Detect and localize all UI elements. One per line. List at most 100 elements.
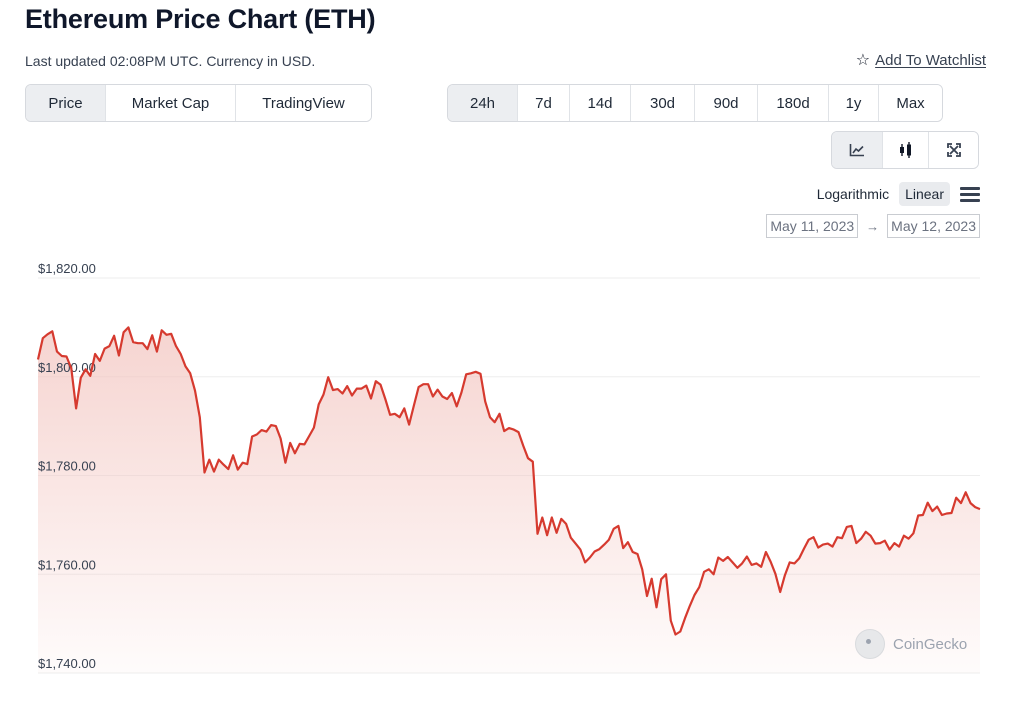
price-point[interactable]	[950, 511, 954, 515]
tab-tradingview[interactable]: TradingView	[235, 85, 371, 121]
price-point[interactable]	[978, 507, 982, 511]
range-max[interactable]: Max	[878, 85, 942, 121]
price-point[interactable]	[474, 370, 478, 374]
price-point[interactable]	[583, 560, 587, 564]
price-point[interactable]	[250, 435, 254, 439]
price-point[interactable]	[417, 385, 421, 389]
price-point[interactable]	[902, 534, 906, 538]
price-point[interactable]	[450, 391, 454, 395]
price-point[interactable]	[883, 539, 887, 543]
price-point[interactable]	[207, 458, 211, 462]
price-point[interactable]	[864, 530, 868, 534]
price-point[interactable]	[436, 388, 440, 392]
price-point[interactable]	[117, 354, 121, 358]
price-point[interactable]	[331, 388, 335, 392]
price-point[interactable]	[688, 604, 692, 608]
candlestick-button[interactable]	[882, 132, 928, 168]
price-point[interactable]	[288, 441, 292, 445]
range-30d[interactable]: 30d	[630, 85, 694, 121]
price-point[interactable]	[317, 402, 321, 406]
price-point[interactable]	[574, 542, 578, 546]
price-point[interactable]	[607, 538, 611, 542]
price-point[interactable]	[597, 547, 601, 551]
price-point[interactable]	[555, 531, 559, 535]
price-point[interactable]	[60, 354, 64, 358]
price-point[interactable]	[750, 563, 754, 567]
price-point[interactable]	[764, 550, 768, 554]
price-point[interactable]	[788, 560, 792, 564]
price-point[interactable]	[707, 567, 711, 571]
price-point[interactable]	[959, 501, 963, 505]
price-point[interactable]	[369, 397, 373, 401]
price-point[interactable]	[973, 505, 977, 509]
price-point[interactable]	[655, 605, 659, 609]
price-point[interactable]	[98, 359, 102, 363]
price-point[interactable]	[702, 570, 706, 574]
price-point[interactable]	[379, 383, 383, 387]
price-point[interactable]	[588, 556, 592, 560]
price-point[interactable]	[954, 496, 958, 500]
price-point[interactable]	[241, 461, 245, 465]
price-point[interactable]	[388, 413, 392, 417]
price-point[interactable]	[712, 572, 716, 576]
price-point[interactable]	[322, 393, 326, 397]
price-point[interactable]	[84, 367, 88, 371]
price-point[interactable]	[364, 384, 368, 388]
price-point[interactable]	[69, 366, 73, 370]
tab-price[interactable]: Price	[26, 85, 105, 121]
price-point[interactable]	[383, 397, 387, 401]
price-point[interactable]	[269, 423, 273, 427]
price-point[interactable]	[831, 545, 835, 549]
price-point[interactable]	[431, 395, 435, 399]
price-point[interactable]	[274, 424, 278, 428]
price-point[interactable]	[255, 433, 259, 437]
range-180d[interactable]: 180d	[757, 85, 828, 121]
price-point[interactable]	[621, 546, 625, 550]
price-point[interactable]	[312, 426, 316, 430]
price-point[interactable]	[659, 577, 663, 581]
price-point[interactable]	[735, 566, 739, 570]
price-point[interactable]	[226, 467, 230, 471]
price-point[interactable]	[260, 428, 264, 432]
price-point[interactable]	[103, 347, 107, 351]
price-point[interactable]	[650, 577, 654, 581]
price-point[interactable]	[136, 341, 140, 345]
price-point[interactable]	[674, 633, 678, 637]
price-point[interactable]	[531, 460, 535, 464]
price-point[interactable]	[536, 532, 540, 536]
price-point[interactable]	[398, 415, 402, 419]
price-point[interactable]	[107, 344, 111, 348]
price-point[interactable]	[640, 567, 644, 571]
date-to-input[interactable]: May 12, 2023	[887, 214, 980, 238]
price-point[interactable]	[160, 328, 164, 332]
price-point[interactable]	[678, 630, 682, 634]
price-point[interactable]	[740, 561, 744, 565]
range-7d[interactable]: 7d	[517, 85, 569, 121]
price-point[interactable]	[517, 430, 521, 434]
price-point[interactable]	[236, 468, 240, 472]
price-point[interactable]	[493, 420, 497, 424]
price-point[interactable]	[897, 545, 901, 549]
price-point[interactable]	[512, 428, 516, 432]
price-point[interactable]	[150, 333, 154, 337]
price-point[interactable]	[907, 537, 911, 541]
price-point[interactable]	[911, 531, 915, 535]
price-point[interactable]	[464, 372, 468, 376]
price-point[interactable]	[769, 560, 773, 564]
price-point[interactable]	[693, 593, 697, 597]
price-point[interactable]	[169, 332, 173, 336]
price-point[interactable]	[455, 404, 459, 408]
price-point[interactable]	[293, 451, 297, 455]
range-14d[interactable]: 14d	[569, 85, 630, 121]
price-point[interactable]	[759, 565, 763, 569]
price-point[interactable]	[726, 555, 730, 559]
add-to-watchlist-link[interactable]: ☆ Add To Watchlist	[856, 52, 986, 69]
price-point[interactable]	[222, 463, 226, 467]
price-point[interactable]	[336, 387, 340, 391]
price-point[interactable]	[459, 391, 463, 395]
price-point[interactable]	[279, 437, 283, 441]
price-point[interactable]	[916, 514, 920, 518]
price-point[interactable]	[298, 442, 302, 446]
price-point[interactable]	[697, 585, 701, 589]
price-point[interactable]	[721, 559, 725, 563]
